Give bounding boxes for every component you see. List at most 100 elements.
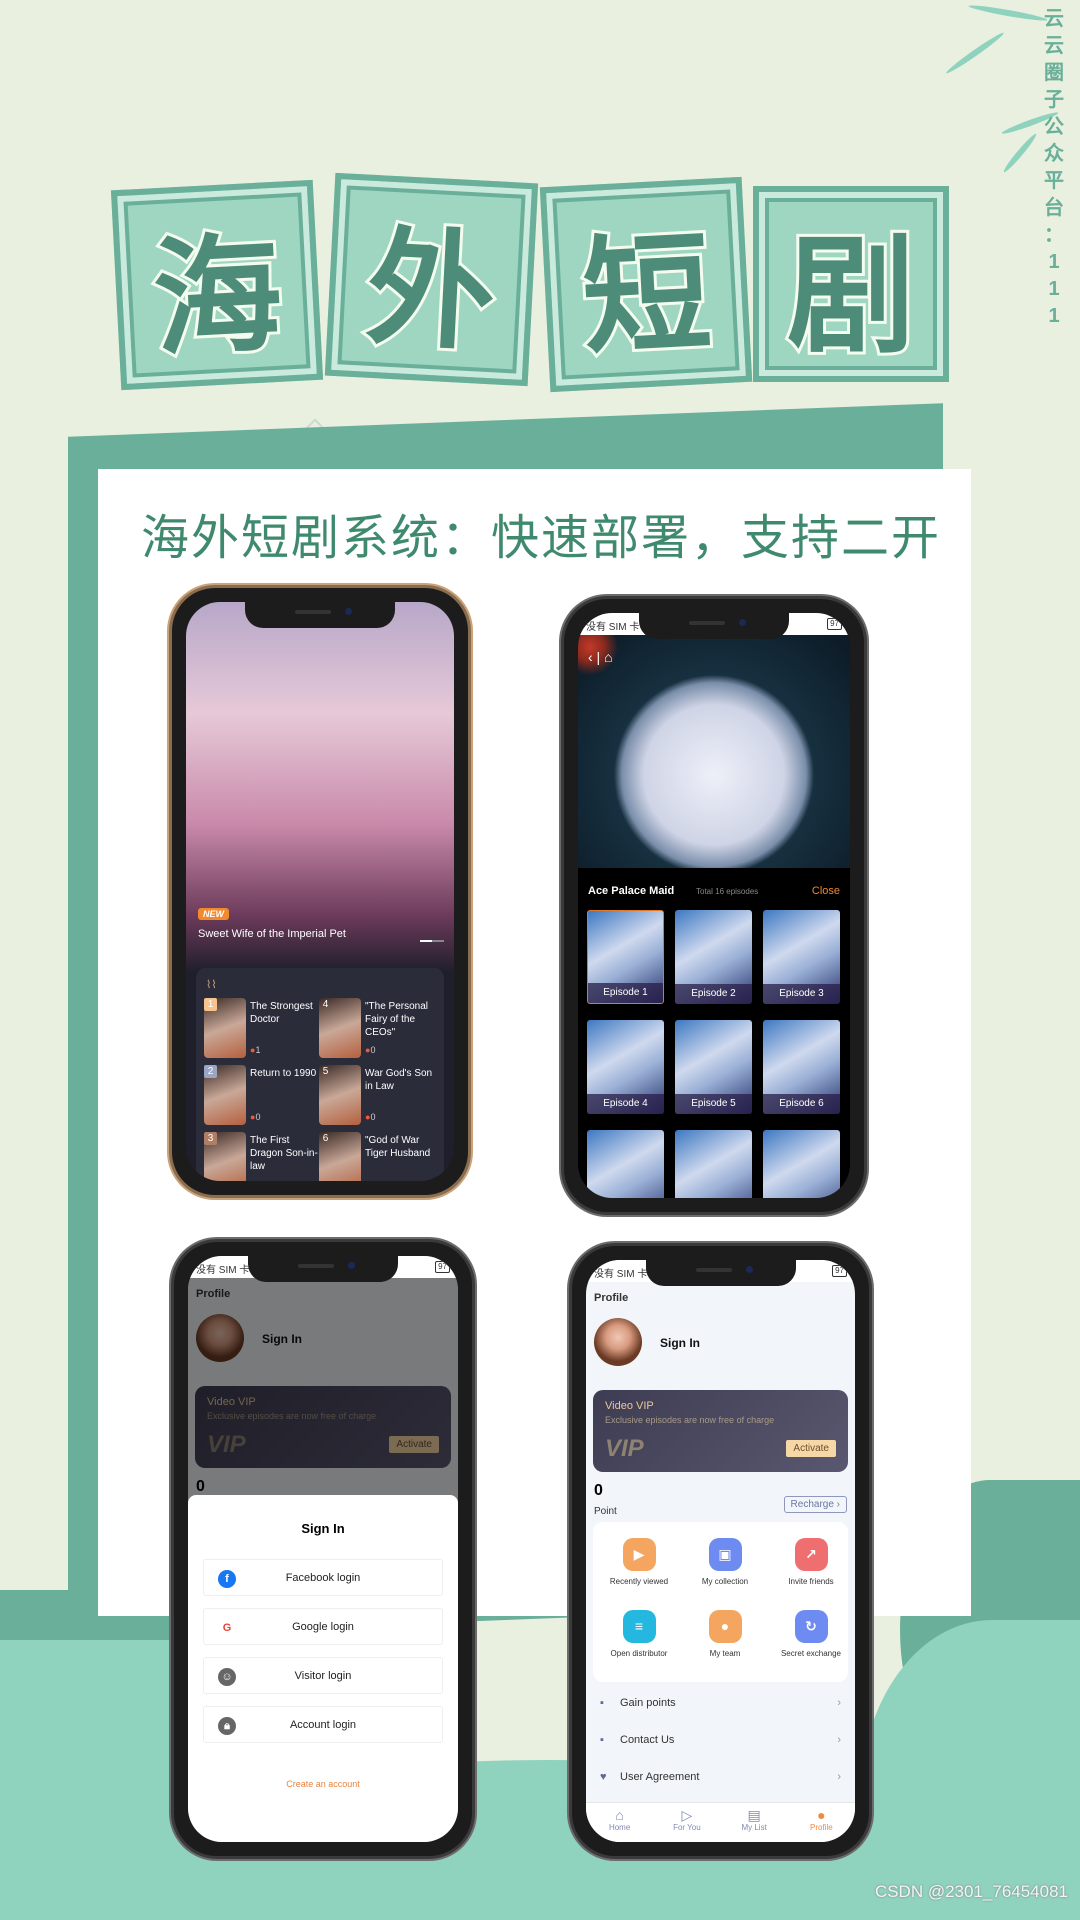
- tab-for-you[interactable]: ▷ For You: [653, 1803, 720, 1842]
- carousel-indicator: [420, 940, 444, 942]
- feature-grid: ▶ Recently viewed ▣ My collection ↗ Invite fr…: [593, 1522, 848, 1682]
- banner-title[interactable]: Sweet Wife of the Imperial Pet: [198, 928, 346, 940]
- tab-my-list[interactable]: ▤ My List: [721, 1803, 788, 1842]
- phone-home: NEW Sweet Wife of the Imperial Pet ⌇⌇ 1 T…: [169, 585, 471, 1198]
- bamboo-leaf-decoration: [968, 3, 1048, 23]
- profile-icon: ●: [817, 1807, 826, 1823]
- tab-label: Profile: [810, 1823, 833, 1832]
- refresh-icon: ↻: [794, 1610, 828, 1643]
- new-badge: NEW: [198, 908, 229, 920]
- watermark-char: 平: [1044, 170, 1064, 192]
- feature-open-distributor[interactable]: ≡ Open distributor: [595, 1610, 683, 1658]
- phone-episodes: 没有 SIM 卡 10 97 ‹ | ⌂ Ace Palace Maid Tota…: [561, 596, 867, 1215]
- watermark-char: 公: [1044, 116, 1064, 138]
- watermark-char: 子: [1044, 89, 1064, 111]
- episode-label: Episode 3: [763, 984, 840, 1004]
- vip-desc: Exclusive episodes are now free of charg…: [605, 1415, 775, 1425]
- episode-tile[interactable]: Episode 3: [763, 910, 840, 1004]
- episode-tile[interactable]: Episode 2: [675, 910, 752, 1004]
- back-icon[interactable]: ‹: [588, 649, 593, 665]
- visitor-login-button[interactable]: ☺ Visitor login: [203, 1657, 443, 1694]
- menu-contact-us[interactable]: ▪ Contact Us ›: [600, 1734, 841, 1754]
- feature-secret-exchange[interactable]: ↻ Secret exchange: [767, 1610, 855, 1658]
- notch: [645, 1260, 796, 1286]
- drama-title: War God's Son in Law: [365, 1068, 433, 1092]
- ranking-item[interactable]: 2 Return to 1990 ●0: [204, 1065, 324, 1127]
- bamboo-leaf-decoration: [944, 30, 1006, 76]
- heat-value: 0: [370, 1045, 376, 1055]
- recharge-button[interactable]: Recharge ›: [783, 1496, 847, 1513]
- episode-tile[interactable]: [675, 1130, 752, 1198]
- feature-label: Open distributor: [610, 1649, 668, 1658]
- tab-profile[interactable]: ● Profile: [788, 1803, 855, 1842]
- ranking-item[interactable]: 4 "The Personal Fairy of the CEOs" ●0: [319, 998, 439, 1060]
- tab-home[interactable]: ⌂ Home: [586, 1803, 653, 1842]
- episode-tile[interactable]: Episode 1: [587, 910, 664, 1004]
- heat-count: ●0: [250, 1112, 260, 1122]
- feature-my-team[interactable]: ● My team: [681, 1610, 769, 1658]
- heat-count: ●0: [365, 1045, 375, 1055]
- menu-label: Gain points: [620, 1697, 676, 1709]
- rank-number: 3: [204, 1132, 217, 1145]
- feature-label: Recently viewed: [609, 1577, 669, 1586]
- episode-label: Episode 5: [675, 1094, 752, 1114]
- google-login-button[interactable]: G Google login: [203, 1608, 443, 1645]
- ranking-item[interactable]: 3 The First Dragon Son-in-law: [204, 1132, 324, 1181]
- chevron-right-icon: ›: [837, 1697, 841, 1709]
- feature-label: My team: [709, 1649, 741, 1658]
- notch: [639, 613, 789, 639]
- feature-recently-viewed[interactable]: ▶ Recently viewed: [595, 1538, 683, 1586]
- menu-gain-points[interactable]: ▪ Gain points ›: [600, 1697, 841, 1717]
- battery-icon: 97: [832, 1265, 847, 1277]
- vip-title: Video VIP: [605, 1400, 654, 1412]
- button-label: Facebook login: [285, 1572, 361, 1584]
- close-button[interactable]: Close: [812, 885, 840, 897]
- home-icon: ⌂: [615, 1807, 624, 1823]
- bottom-tab-bar: ⌂ Home ▷ For You ▤ My List ● Profile: [586, 1802, 855, 1842]
- tab-label: Home: [608, 1823, 631, 1832]
- menu-user-agreement[interactable]: ♥ User Agreement ›: [600, 1771, 841, 1791]
- feature-invite-friends[interactable]: ↗ Invite friends: [767, 1538, 855, 1586]
- battery-icon: 97: [435, 1261, 450, 1273]
- watermark-char: 众: [1044, 143, 1064, 165]
- feature-my-collection[interactable]: ▣ My collection: [681, 1538, 769, 1586]
- episode-label: Episode 1: [588, 983, 663, 1003]
- drama-title: Ace Palace Maid: [588, 885, 675, 897]
- episode-tile[interactable]: Episode 4: [587, 1020, 664, 1114]
- facebook-login-button[interactable]: f Facebook login: [203, 1559, 443, 1596]
- list-icon: ▤: [747, 1807, 761, 1823]
- create-account-link[interactable]: Create an account: [188, 1779, 458, 1789]
- activate-button[interactable]: Activate: [786, 1440, 836, 1457]
- episode-tile[interactable]: [587, 1130, 664, 1198]
- sign-in-link[interactable]: Sign In: [660, 1336, 700, 1350]
- ranking-item[interactable]: 5 War God's Son in Law ●0: [319, 1065, 439, 1127]
- notch: [245, 602, 395, 628]
- episode-count: Total 16 episodes: [696, 887, 759, 896]
- account-login-button[interactable]: 🔒︎ Account login: [203, 1706, 443, 1743]
- document-icon: ≡: [622, 1610, 656, 1643]
- drama-title: The Strongest Doctor: [250, 1001, 313, 1025]
- home-screen: NEW Sweet Wife of the Imperial Pet ⌇⌇ 1 T…: [186, 602, 454, 1181]
- points-label: Point: [594, 1506, 617, 1517]
- ranking-item[interactable]: 1 The Strongest Doctor ●1: [204, 998, 324, 1060]
- episode-label: Episode 2: [675, 984, 752, 1004]
- nav-controls: ‹ | ⌂: [588, 649, 613, 665]
- watermark-char: 云: [1044, 35, 1064, 57]
- title-char: 外: [360, 211, 502, 372]
- home-icon[interactable]: ⌂: [604, 649, 612, 665]
- episode-tile[interactable]: Episode 6: [763, 1020, 840, 1114]
- episode-tile[interactable]: Episode 5: [675, 1020, 752, 1114]
- title-char: 剧: [784, 219, 918, 374]
- play-icon: ▷: [681, 1807, 693, 1823]
- episode-tile[interactable]: [763, 1130, 840, 1198]
- phone-signin: 没有 SIM 卡 1097 Profile Sign In Video VIP …: [171, 1239, 475, 1859]
- button-label: Google login: [292, 1621, 354, 1633]
- signin-screen: 没有 SIM 卡 1097 Profile Sign In Video VIP …: [188, 1256, 458, 1842]
- title-char: 海: [147, 216, 289, 377]
- ranking-item[interactable]: 6 "God of War Tiger Husband: [319, 1132, 439, 1181]
- watermark-vertical: 云云圈子公众平台 ： 1 1 1: [1044, 6, 1064, 330]
- visitor-icon: ☺: [218, 1668, 236, 1686]
- signin-sheet: Sign In f Facebook login G Google login ☺ Vis…: [188, 1495, 458, 1842]
- cloud-decoration: [860, 1620, 1080, 1920]
- heat-value: 1: [255, 1045, 261, 1055]
